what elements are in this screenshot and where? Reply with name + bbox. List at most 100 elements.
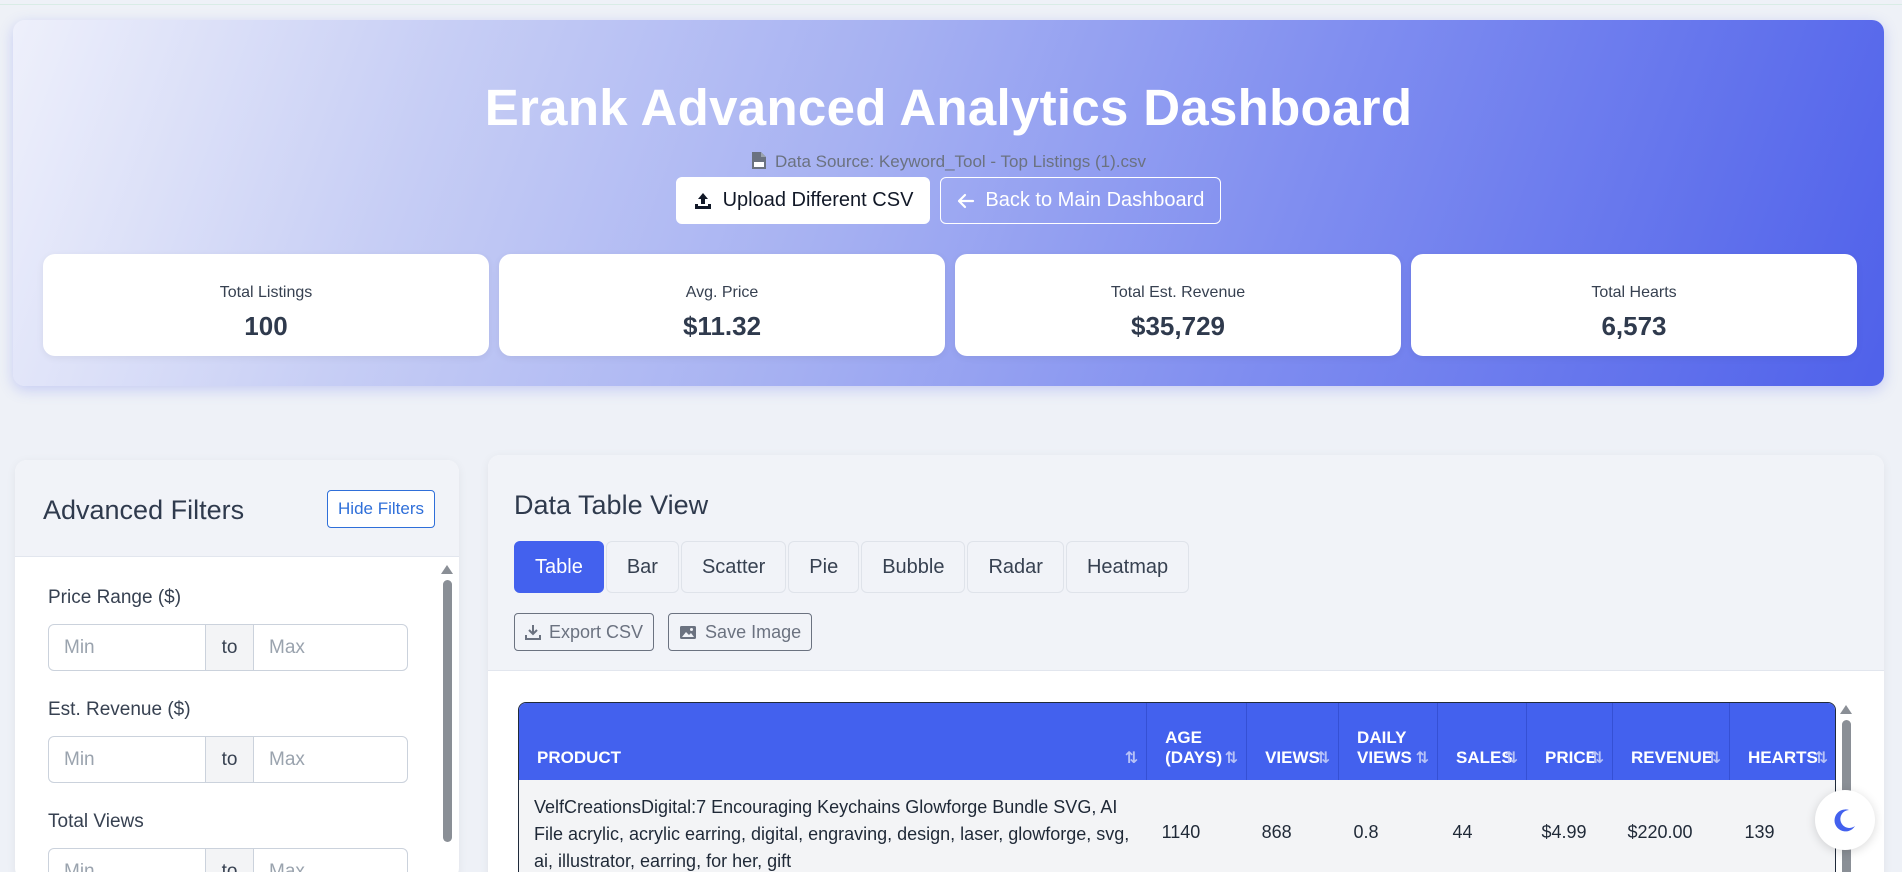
download-icon [525,625,541,640]
data-view-header: Data Table View Table Bar Scatter Pie Bu… [488,455,1884,671]
tab-heatmap[interactable]: Heatmap [1065,541,1190,593]
sort-icon[interactable]: ⇅ [1416,748,1429,768]
stat-label: Total Listings [219,284,313,301]
column-header-product[interactable]: PRODUCT ⇅ [519,703,1148,780]
column-label: HEARTS [1747,748,1818,767]
stat-label: Total Hearts [1591,284,1677,301]
stat-value: 100 [244,311,288,341]
column-label: PRODUCT [537,748,622,767]
revenue-range-inputs: Min to Max [48,736,408,783]
back-to-main-button[interactable]: Back to Main Dashboard [940,177,1222,224]
scroll-up-arrow-icon[interactable] [441,565,453,574]
revenue-range-label: Est. Revenue ($) [48,699,191,720]
column-header-price[interactable]: PRICE ⇅ [1526,703,1613,780]
data-source-text: Data Source: Keyword_Tool - Top Listings… [774,152,1147,171]
stat-card-total-hearts: Total Hearts 6,573 [1411,254,1857,356]
cell-sales: 44 [1437,780,1527,872]
column-label: VIEWS [1265,748,1320,767]
cell-daily-views: 0.8 [1338,780,1438,872]
view-tabs: Table Bar Scatter Pie Bubble Radar Heatm… [514,541,1190,593]
column-header-sales[interactable]: SALES ⇅ [1437,703,1527,780]
upload-csv-button[interactable]: Upload Different CSV [675,177,931,224]
cell-age: 1140 [1146,780,1247,872]
arrow-left-icon [958,193,975,208]
tab-scatter[interactable]: Scatter [680,541,787,593]
cell-product: VelfCreationsDigital:7 Encouraging Keych… [519,780,1147,872]
moon-icon [1834,809,1855,832]
column-label: AGE (DAYS) [1165,728,1223,767]
hide-filters-button[interactable]: Hide Filters [327,490,435,528]
stat-value: $11.32 [682,311,762,341]
export-csv-label: Export CSV [549,621,644,642]
column-header-revenue[interactable]: REVENUE ⇅ [1612,703,1730,780]
data-view-panel: Data Table View Table Bar Scatter Pie Bu… [488,455,1884,872]
views-range-label: Total Views [48,811,144,832]
price-max-input[interactable]: Max [254,625,407,670]
page-title: Erank Advanced Analytics Dashboard [484,79,1413,136]
cell-price: $4.99 [1526,780,1613,872]
column-header-age[interactable]: AGE (DAYS) ⇅ [1146,703,1248,780]
save-image-button[interactable]: Save Image [668,613,813,651]
sort-icon[interactable]: ⇅ [1125,748,1138,768]
filters-header: Advanced Filters Hide Filters [15,460,459,557]
column-label: PRICE [1545,748,1597,767]
scrollbar-thumb[interactable] [442,580,452,842]
filters-scrollbar[interactable] [441,565,453,865]
tab-bubble[interactable]: Bubble [861,541,966,593]
back-label: Back to Main Dashboard [985,189,1205,211]
stat-value: $35,729 [1131,311,1225,341]
price-min-input[interactable]: Min [49,625,205,670]
filters-body: Price Range ($) Min to Max Est. Revenue … [15,557,459,872]
column-header-hearts[interactable]: HEARTS ⇅ [1729,703,1835,780]
dark-mode-toggle[interactable] [1815,790,1875,850]
tab-pie[interactable]: Pie [788,541,860,593]
tab-bar[interactable]: Bar [605,541,679,593]
stat-card-total-revenue: Total Est. Revenue $35,729 [955,254,1401,356]
cell-views: 868 [1246,780,1339,872]
filters-title: Advanced Filters [43,495,245,525]
sort-icon[interactable]: ⇅ [1505,748,1518,768]
sort-icon[interactable]: ⇅ [1591,748,1604,768]
data-view-title: Data Table View [514,490,709,520]
sort-icon[interactable]: ⇅ [1815,748,1828,768]
stat-card-total-listings: Total Listings 100 [43,254,489,356]
cell-revenue: $220.00 [1612,780,1730,872]
price-range-label: Price Range ($) [48,587,182,608]
revenue-max-input[interactable]: Max [254,737,407,782]
data-source: Data Source: Keyword_Tool - Top Listings… [13,151,1884,172]
sort-icon[interactable]: ⇅ [1317,748,1330,768]
tab-table[interactable]: Table [514,541,604,593]
stat-label: Avg. Price [685,284,759,301]
views-range-inputs: Min to Max [48,848,408,872]
export-csv-button[interactable]: Export CSV [514,613,655,651]
image-icon [680,625,697,639]
range-separator: to [205,849,254,872]
upload-csv-label: Upload Different CSV [722,189,914,211]
price-range-inputs: Min to Max [48,624,408,671]
data-table: PRODUCT ⇅ AGE (DAYS) ⇅ VIEWS ⇅ DAILY VIEWS ⇅… [518,702,1836,872]
column-label: REVENUE [1630,748,1714,767]
revenue-min-input[interactable]: Min [49,737,205,782]
data-actions: Export CSV Save Image [514,613,813,651]
stat-card-avg-price: Avg. Price $11.32 [499,254,945,356]
csv-file-icon [751,152,766,169]
upload-icon [694,192,711,209]
save-image-label: Save Image [705,621,802,642]
stat-cards: Total Listings 100 Avg. Price $11.32 Tot… [43,254,1857,356]
views-max-input[interactable]: Max [254,849,407,872]
range-separator: to [205,625,254,670]
sort-icon[interactable]: ⇅ [1225,748,1238,768]
advanced-filters-panel: Advanced Filters Hide Filters Price Rang… [15,460,459,872]
scroll-up-arrow-icon[interactable] [1840,705,1852,714]
range-separator: to [205,737,254,782]
hero-header: Erank Advanced Analytics Dashboard Data … [13,20,1884,386]
column-label: DAILY VIEWS [1357,728,1412,767]
table-row[interactable]: VelfCreationsDigital:7 Encouraging Keych… [519,780,1835,872]
sort-icon[interactable]: ⇅ [1708,748,1721,768]
views-min-input[interactable]: Min [49,849,205,872]
column-header-daily-views[interactable]: DAILY VIEWS ⇅ [1338,703,1439,780]
column-header-views[interactable]: VIEWS ⇅ [1246,703,1340,780]
tab-radar[interactable]: Radar [967,541,1064,593]
top-border [0,0,1902,5]
stat-label: Total Est. Revenue [1110,284,1246,301]
